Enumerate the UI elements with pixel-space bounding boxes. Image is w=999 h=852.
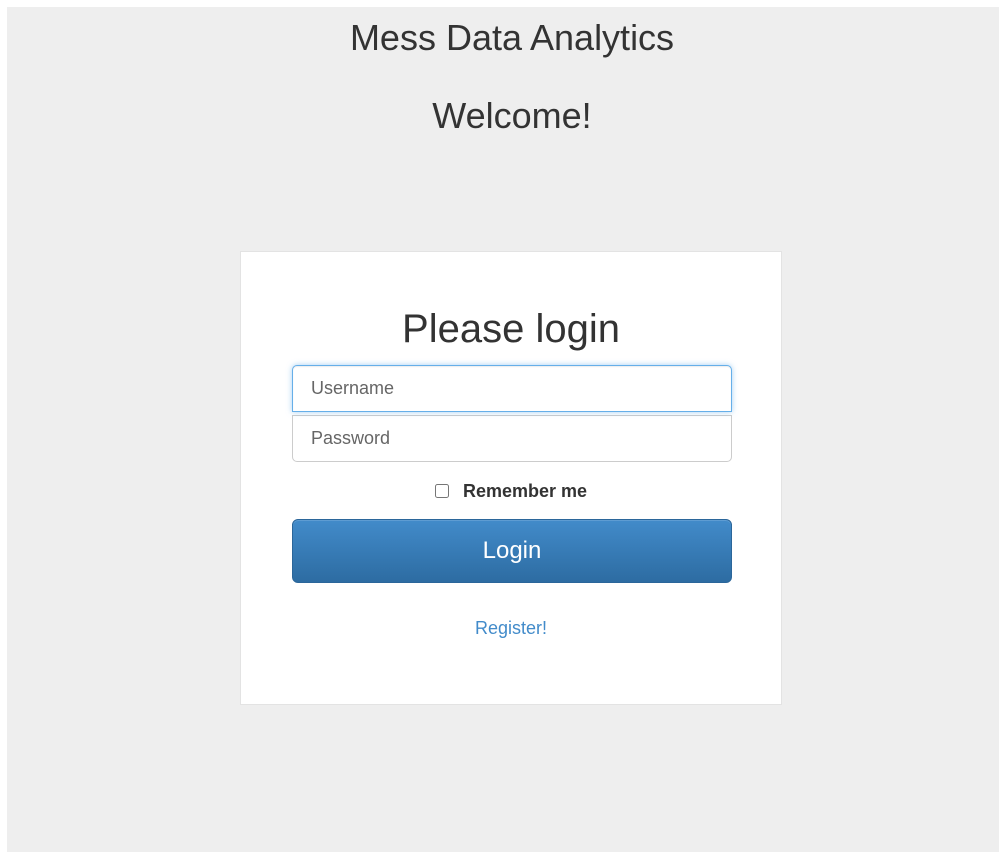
login-button[interactable]: Login	[292, 519, 732, 583]
remember-me-label: Remember me	[462, 481, 588, 501]
remember-me-checkbox[interactable]	[434, 484, 449, 498]
app-title: Mess Data Analytics	[349, 17, 675, 58]
remember-me-row[interactable]: Remember me	[241, 480, 781, 502]
login-card: Please login Remember me Login Register!	[240, 251, 782, 705]
register-link[interactable]: Register!	[241, 617, 781, 639]
username-input[interactable]	[292, 365, 732, 412]
login-title: Please login	[402, 307, 620, 351]
welcome-heading: Welcome!	[432, 95, 592, 136]
password-input[interactable]	[292, 415, 732, 462]
